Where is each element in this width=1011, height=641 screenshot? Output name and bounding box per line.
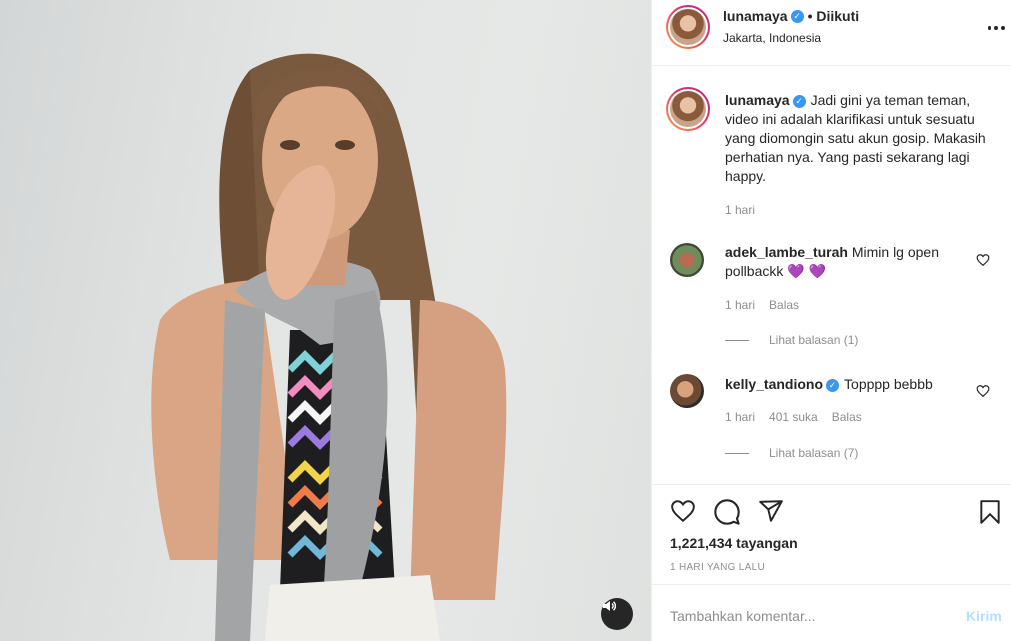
comment-username[interactable]: adek_lambe_turah bbox=[725, 244, 848, 260]
verified-badge-icon: ✓ bbox=[826, 378, 840, 392]
reply-button[interactable]: Balas bbox=[769, 298, 799, 312]
comment-text: Topppp bebbb bbox=[844, 376, 933, 392]
post-side-panel: lunamaya ✓ • Diikuti Jakarta, Indonesia lu… bbox=[651, 0, 1011, 641]
purple-heart-emoji: 💜 💜 bbox=[787, 263, 827, 279]
post-actions: 1,221,434 tayangan 1 HARI YANG LALU bbox=[652, 485, 1011, 585]
post-comment-button[interactable]: Kirim bbox=[966, 608, 1002, 624]
like-comment-heart-icon[interactable] bbox=[976, 384, 990, 398]
more-icon-dot bbox=[987, 26, 992, 30]
view-replies-button[interactable]: Lihat balasan (7) bbox=[725, 446, 858, 460]
replies-divider bbox=[725, 339, 749, 341]
mute-button[interactable] bbox=[601, 598, 633, 630]
caption-username[interactable]: lunamaya bbox=[725, 92, 790, 108]
replies-divider bbox=[725, 452, 749, 454]
view-replies-label: Lihat balasan (1) bbox=[769, 333, 859, 347]
author-username[interactable]: lunamaya bbox=[723, 8, 788, 24]
comment-body: adek_lambe_turah Mimin lg open pollbackk… bbox=[725, 243, 965, 281]
post-header: lunamaya ✓ • Diikuti Jakarta, Indonesia bbox=[652, 0, 1011, 66]
more-icon-dot bbox=[994, 26, 998, 30]
comment-likes[interactable]: 401 suka bbox=[769, 410, 818, 424]
author-avatar[interactable] bbox=[666, 5, 710, 49]
comment-meta: 1 hari 401 suka Balas bbox=[725, 410, 862, 424]
comment-username[interactable]: kelly_tandiono bbox=[725, 376, 823, 392]
paper-plane-icon[interactable] bbox=[757, 498, 785, 524]
video-frame bbox=[151, 53, 507, 641]
more-options-button[interactable] bbox=[986, 18, 1006, 38]
speaker-icon bbox=[603, 601, 617, 611]
caption-avatar[interactable] bbox=[666, 87, 710, 131]
comment-meta: 1 hari Balas bbox=[725, 298, 799, 312]
heart-icon[interactable] bbox=[669, 498, 697, 524]
author-line: lunamaya ✓ • Diikuti bbox=[723, 8, 859, 26]
reply-button[interactable]: Balas bbox=[832, 410, 862, 424]
verified-badge-icon: ✓ bbox=[792, 94, 806, 108]
bookmark-icon[interactable] bbox=[977, 498, 1003, 526]
like-comment-heart-icon[interactable] bbox=[976, 253, 990, 267]
caption: lunamaya ✓ Jadi gini ya teman teman, video… bbox=[725, 91, 990, 186]
comment-input[interactable] bbox=[670, 606, 950, 626]
post-video[interactable] bbox=[0, 0, 651, 641]
comment-avatar[interactable] bbox=[670, 374, 704, 408]
caption-time[interactable]: 1 hari bbox=[725, 203, 755, 217]
add-comment-form: Kirim bbox=[652, 586, 1011, 641]
comment-icon[interactable] bbox=[713, 498, 741, 526]
comment-time[interactable]: 1 hari bbox=[725, 410, 755, 424]
comments-section: lunamaya ✓ Jadi gini ya teman teman, video… bbox=[652, 66, 1011, 485]
view-count[interactable]: 1,221,434 tayangan bbox=[670, 535, 798, 551]
comment-body: kelly_tandiono ✓ Topppp bebbb bbox=[725, 375, 965, 394]
post-time[interactable]: 1 HARI YANG LALU bbox=[670, 562, 765, 573]
more-icon-dot bbox=[1000, 26, 1005, 30]
comment-time[interactable]: 1 hari bbox=[725, 298, 755, 312]
verified-badge-icon: ✓ bbox=[790, 10, 804, 24]
follow-status[interactable]: • Diikuti bbox=[808, 8, 860, 24]
view-replies-label: Lihat balasan (7) bbox=[769, 446, 859, 460]
comment-avatar[interactable] bbox=[670, 243, 704, 277]
post-location[interactable]: Jakarta, Indonesia bbox=[723, 31, 821, 45]
view-replies-button[interactable]: Lihat balasan (1) bbox=[725, 333, 858, 347]
